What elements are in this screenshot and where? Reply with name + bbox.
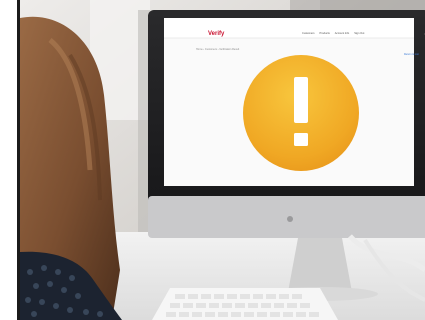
- nav-item-customers: Customers: [302, 32, 315, 35]
- breadcrumb: Home › Customers › Verification Result: [196, 48, 240, 51]
- screen-nav: Customers Products Account Info Sign Out: [302, 32, 364, 35]
- left-border-strip: [0, 0, 20, 320]
- brand-logo: Verify: [208, 31, 225, 37]
- nav-item-products: Products: [319, 32, 330, 35]
- office-photo: Verify Customers Products Account Info S…: [20, 0, 425, 320]
- nav-item-signout: Sign Out: [354, 32, 365, 35]
- return-link: Return to List: [404, 53, 419, 56]
- monitor-screen: Verify Customers Products Account Info S…: [184, 18, 425, 178]
- nav-item-account: Account Info: [334, 32, 350, 35]
- photo-frame: Verify Customers Products Account Info S…: [0, 0, 425, 320]
